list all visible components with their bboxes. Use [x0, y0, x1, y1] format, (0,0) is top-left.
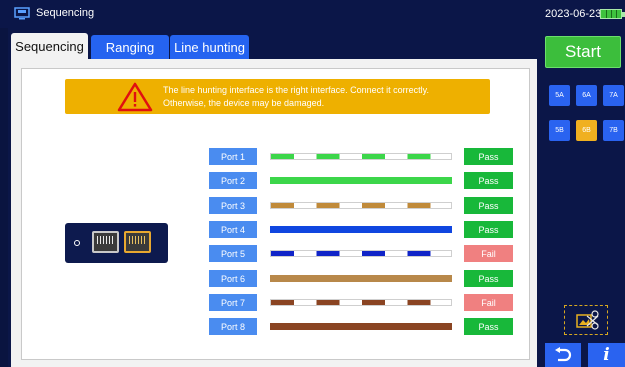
port-result-badge: Pass — [464, 221, 513, 238]
app-title: Sequencing — [36, 7, 95, 19]
tab-sequencing[interactable]: Sequencing — [11, 33, 88, 59]
port-result-badge: Pass — [464, 172, 513, 189]
port-result-badge: Pass — [464, 197, 513, 214]
monitor-icon — [14, 7, 30, 20]
port-label: Port 4 — [209, 221, 257, 238]
channel-5b-button[interactable]: 5B — [549, 120, 570, 141]
date-display: 2023-06-23 — [545, 8, 602, 20]
info-button[interactable]: i — [588, 343, 625, 367]
wire-indicator — [270, 323, 452, 330]
image-swap-button[interactable] — [564, 305, 608, 335]
port-label: Port 6 — [209, 270, 257, 287]
back-arrow-icon — [555, 347, 572, 362]
port-label: Port 7 — [209, 294, 257, 311]
channel-6a-button[interactable]: 6A — [576, 85, 597, 106]
port-label: Port 8 — [209, 318, 257, 335]
port-label: Port 3 — [209, 197, 257, 214]
channel-5a-button[interactable]: 5A — [549, 85, 570, 106]
device-illustration — [65, 223, 168, 263]
rj45-port-active-icon — [124, 231, 151, 253]
led-icon — [74, 240, 80, 246]
title-bar: Sequencing 2023-06-23 — [0, 0, 625, 28]
wire-indicator — [270, 153, 452, 160]
wire-indicator — [270, 299, 452, 306]
port-result-badge: Pass — [464, 148, 513, 165]
warning-icon — [117, 82, 153, 112]
wire-indicator — [270, 250, 452, 257]
port-label: Port 5 — [209, 245, 257, 262]
port-result-badge: Pass — [464, 318, 513, 335]
port-label: Port 2 — [209, 172, 257, 189]
warning-text: The line hunting interface is the right … — [163, 84, 429, 110]
warning-banner: The line hunting interface is the right … — [65, 79, 490, 114]
wire-indicator — [270, 202, 452, 209]
port-label: Port 1 — [209, 148, 257, 165]
tab-line-hunting[interactable]: Line hunting — [170, 35, 249, 59]
image-swap-icon — [576, 310, 599, 330]
start-button[interactable]: Start — [545, 36, 621, 68]
rj45-port-icon — [92, 231, 119, 253]
back-button[interactable] — [545, 343, 581, 367]
battery-icon — [600, 9, 625, 19]
port-result-badge: Fail — [464, 294, 513, 311]
port-result-badge: Pass — [464, 270, 513, 287]
wire-indicator — [270, 226, 452, 233]
port-result-badge: Fail — [464, 245, 513, 262]
tab-ranging[interactable]: Ranging — [91, 35, 169, 59]
channel-7a-button[interactable]: 7A — [603, 85, 624, 106]
channel-6b-button[interactable]: 6B — [576, 120, 597, 141]
warning-line-1: The line hunting interface is the right … — [163, 85, 429, 95]
wire-indicator — [270, 275, 452, 282]
warning-line-2: Otherwise, the device may be damaged. — [163, 98, 325, 108]
wire-indicator — [270, 177, 452, 184]
channel-7b-button[interactable]: 7B — [603, 120, 624, 141]
